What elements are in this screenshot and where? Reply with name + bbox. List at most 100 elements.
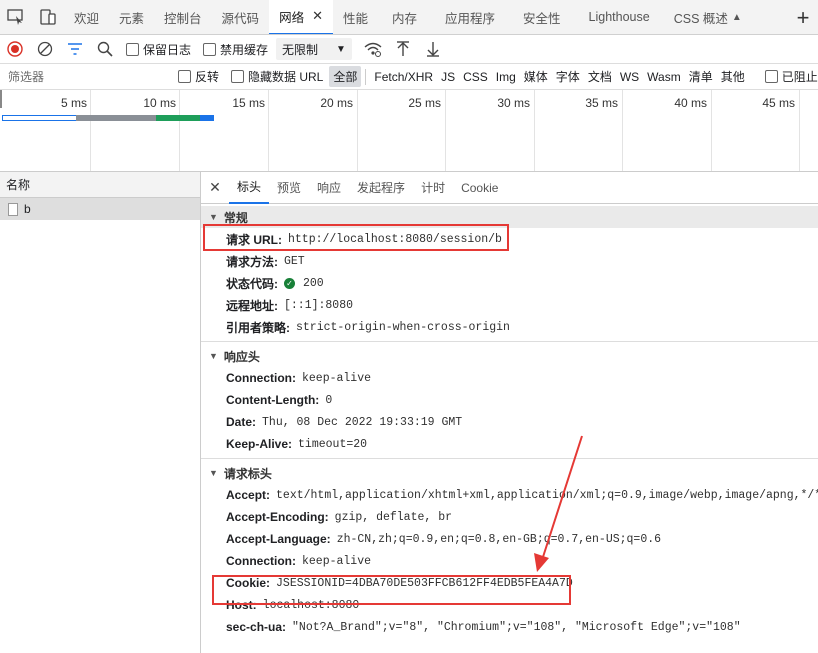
tab-security[interactable]: 安全性: [509, 0, 575, 34]
header-value: keep-alive: [302, 554, 372, 568]
close-tab-icon[interactable]: ✕: [312, 8, 323, 24]
type-filter-doc[interactable]: 文档: [584, 68, 616, 85]
checkbox-box[interactable]: [203, 42, 217, 56]
section-title: 响应头: [223, 349, 260, 364]
type-filter-ws[interactable]: WS: [616, 70, 643, 84]
blocked-requests-checkbox[interactable]: 已阻止: [759, 68, 818, 85]
tab-console[interactable]: 控制台: [154, 0, 212, 34]
checkbox-box[interactable]: [231, 70, 245, 83]
type-filter-js[interactable]: JS: [437, 70, 459, 84]
request-list: 名称 b: [0, 172, 201, 653]
hide-data-urls-checkbox[interactable]: 隐藏数据 URL: [225, 68, 329, 85]
header-value: [::1]:8080: [284, 298, 354, 312]
header-key: 状态代码:: [226, 276, 278, 291]
type-filter-font[interactable]: 字体: [552, 68, 584, 85]
tab-label: 内存: [392, 11, 418, 26]
section-title: 常规: [223, 210, 248, 225]
type-filter-wasm[interactable]: Wasm: [643, 70, 685, 84]
request-queue-bar: [2, 115, 77, 121]
tab-response[interactable]: 响应: [309, 172, 349, 204]
request-download-bar: [200, 115, 214, 121]
header-value: gzip, deflate, br: [334, 510, 452, 524]
general-remote-address: 远程地址: [::1]:8080: [201, 294, 818, 316]
more-tabs-plus-icon[interactable]: +: [790, 0, 816, 34]
status-ok-icon: ✓: [284, 277, 295, 289]
request-header-row: Accept: text/html,application/xhtml+xml,a…: [201, 484, 818, 506]
name-column-header[interactable]: 名称: [0, 172, 200, 198]
timeline-gridline: [711, 90, 712, 171]
tab-timing[interactable]: 计时: [413, 172, 453, 204]
import-har-icon[interactable]: [388, 35, 418, 63]
search-icon[interactable]: [90, 35, 120, 63]
detail-tabs: ✕ 标头 预览 响应 发起程序 计时 Cookie: [201, 172, 818, 204]
tab-label: 性能: [342, 11, 368, 26]
type-filter-img[interactable]: Img: [492, 70, 520, 84]
filter-icon[interactable]: [60, 35, 90, 63]
tab-memory[interactable]: 内存: [378, 0, 431, 34]
disable-cache-checkbox[interactable]: 禁用缓存: [197, 41, 274, 58]
export-har-icon[interactable]: [418, 35, 448, 63]
close-details-icon[interactable]: ✕: [201, 179, 229, 196]
overview-timeline[interactable]: 5 ms 10 ms 15 ms 20 ms 25 ms 30 ms 35 ms…: [0, 90, 818, 172]
tab-css-overview[interactable]: CSS 概述 ▲: [664, 0, 752, 34]
preserve-log-checkbox[interactable]: 保留日志: [120, 41, 197, 58]
header-key: sec-ch-ua:: [226, 620, 287, 634]
invert-checkbox[interactable]: 反转: [172, 68, 225, 85]
request-row[interactable]: b: [0, 198, 200, 220]
header-key: 引用者策略:: [226, 320, 290, 335]
inspect-element-icon[interactable]: [0, 0, 32, 34]
tab-network[interactable]: 网络 ✕: [269, 0, 333, 34]
throttling-select[interactable]: 无限制 ▼: [276, 38, 352, 60]
checkbox-box[interactable]: [764, 70, 778, 83]
tab-label: 应用程序: [445, 11, 496, 26]
tab-application[interactable]: 应用程序: [431, 0, 509, 34]
type-filter-fetch-xhr[interactable]: Fetch/XHR: [370, 70, 437, 84]
type-filter-css[interactable]: CSS: [459, 70, 492, 84]
network-conditions-icon[interactable]: [358, 35, 388, 63]
annotation-box-cookie: [212, 575, 571, 605]
tab-lighthouse[interactable]: Lighthouse: [575, 0, 664, 34]
request-headers-section-header[interactable]: ▼ 请求标头: [201, 462, 818, 484]
timeline-gridline: [357, 90, 358, 171]
tab-label: 欢迎: [74, 11, 100, 26]
tab-elements[interactable]: 元素: [109, 0, 154, 34]
section-title: 请求标头: [223, 466, 272, 481]
tab-preview[interactable]: 预览: [269, 172, 309, 204]
header-value: 0: [325, 393, 333, 407]
timeline-gridline: [534, 90, 535, 171]
clear-icon[interactable]: [30, 35, 60, 63]
request-waiting-bar: [156, 115, 200, 121]
tab-welcome[interactable]: 欢迎: [64, 0, 109, 34]
tab-cookies[interactable]: Cookie: [453, 172, 506, 204]
type-filter-media[interactable]: 媒体: [520, 68, 552, 85]
tab-performance[interactable]: 性能: [333, 0, 378, 34]
header-key: Date:: [226, 415, 257, 429]
tab-initiator[interactable]: 发起程序: [349, 172, 413, 204]
response-headers-section-header[interactable]: ▼ 响应头: [201, 345, 818, 367]
filter-input[interactable]: 筛选器: [0, 68, 172, 85]
timeline-gridline: [268, 90, 269, 171]
divider: [365, 68, 367, 85]
type-filter-manifest[interactable]: 清单: [685, 68, 717, 85]
tab-sources[interactable]: 源代码: [212, 0, 270, 34]
request-name: b: [24, 202, 31, 216]
tab-label: 控制台: [164, 11, 202, 26]
checkbox-box[interactable]: [178, 70, 191, 83]
annotation-box-request-url: [203, 224, 509, 251]
header-value: zh-CN,zh;q=0.9,en;q=0.8,en-GB;q=0.7,en-U…: [336, 532, 662, 546]
type-filter-other[interactable]: 其他: [717, 68, 749, 85]
header-value: timeout=20: [298, 437, 368, 451]
checkbox-box[interactable]: [126, 42, 139, 56]
tab-headers[interactable]: 标头: [229, 172, 270, 204]
header-key: 远程地址:: [226, 298, 278, 313]
type-filter-all[interactable]: 全部: [329, 66, 362, 87]
hide-data-urls-label: 隐藏数据 URL: [248, 70, 324, 84]
invert-label: 反转: [195, 70, 220, 84]
header-key: Connection:: [226, 371, 296, 385]
device-toolbar-icon[interactable]: [32, 0, 64, 34]
header-value: text/html,application/xhtml+xml,applicat…: [276, 488, 818, 502]
collapse-triangle-icon: ▼: [209, 351, 218, 361]
header-key: Accept:: [226, 488, 271, 502]
record-icon[interactable]: [0, 35, 30, 63]
network-toolbar: 保留日志 禁用缓存 无限制 ▼: [0, 35, 818, 64]
